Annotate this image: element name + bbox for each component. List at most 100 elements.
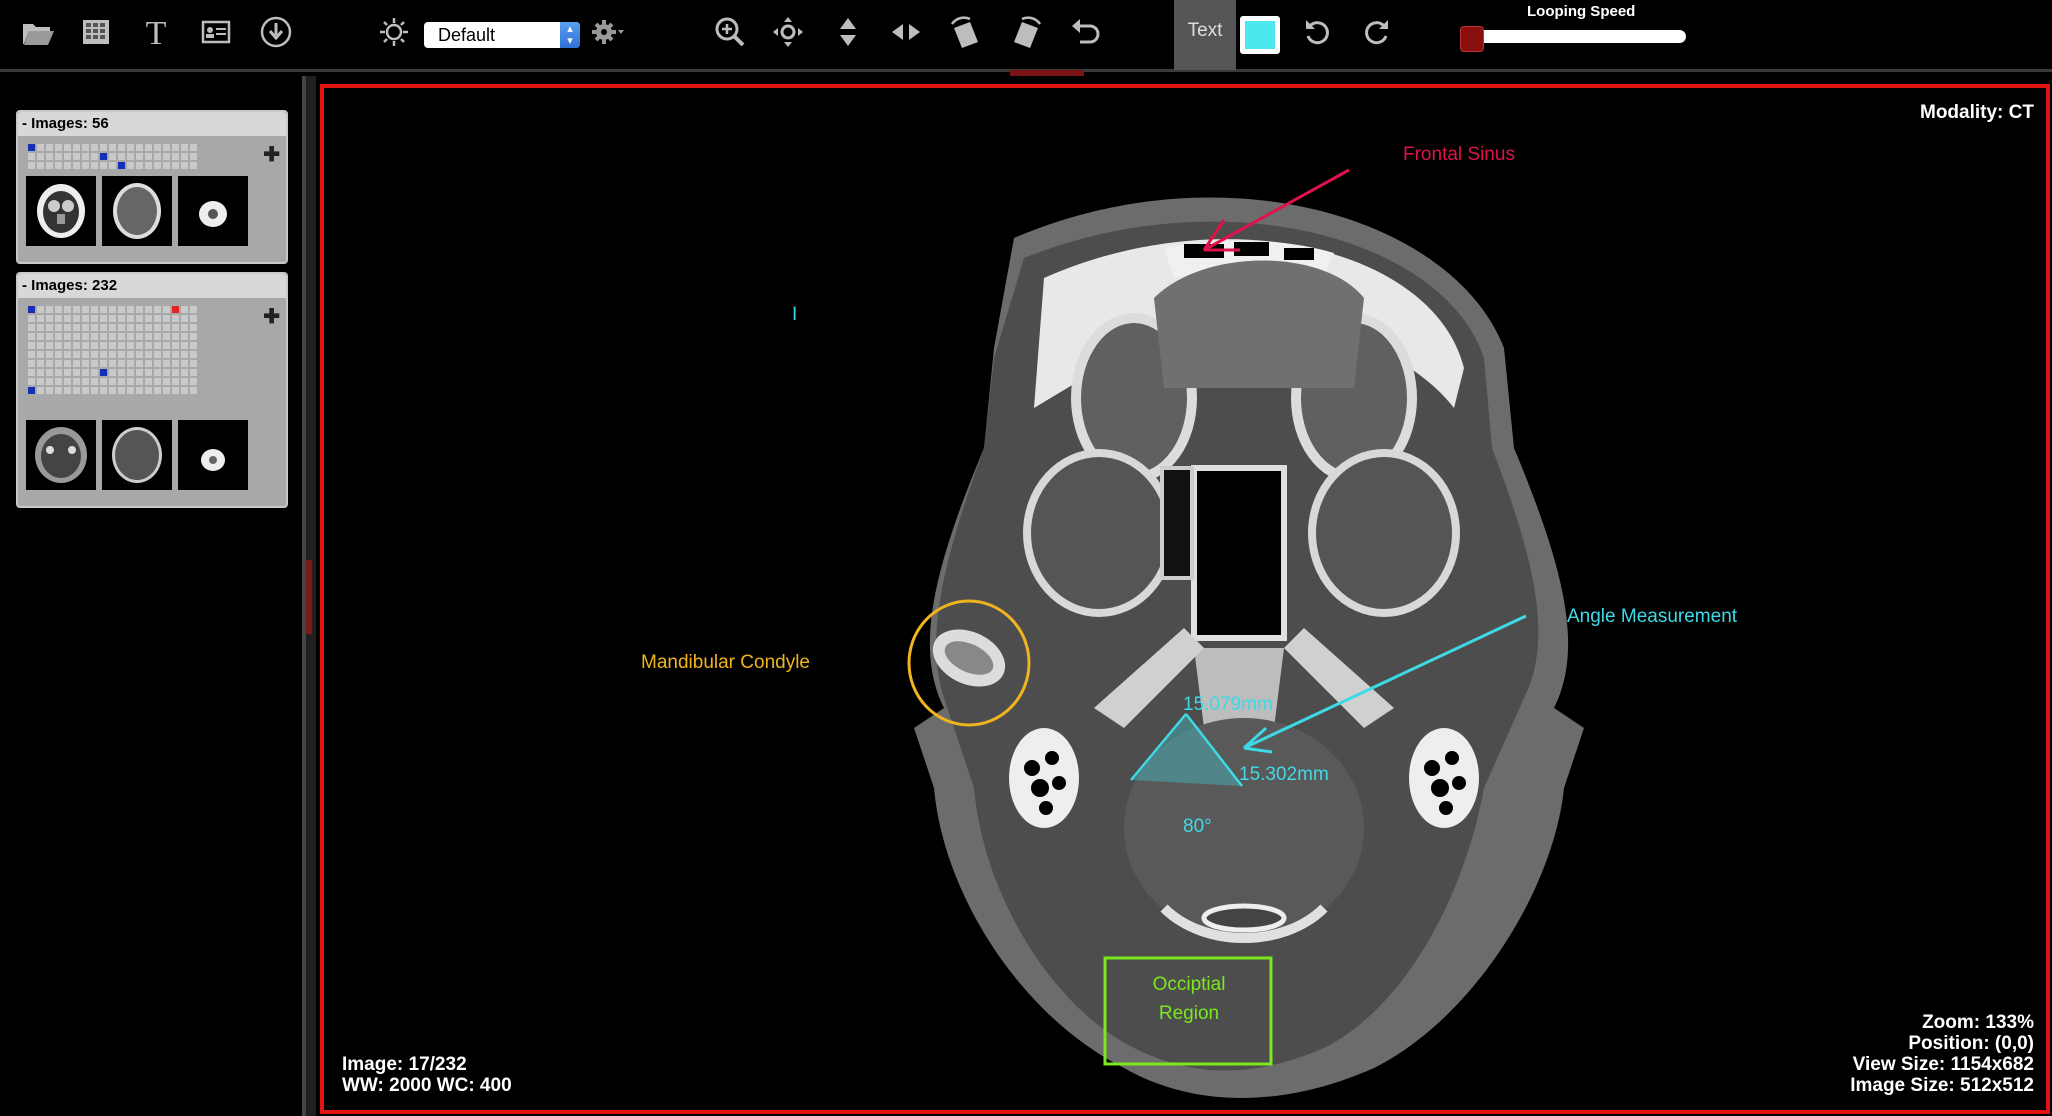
- grid-cell[interactable]: [46, 369, 53, 376]
- grid-cell[interactable]: [181, 342, 188, 349]
- grid-cell[interactable]: [190, 144, 197, 151]
- grid-cell[interactable]: [190, 153, 197, 160]
- grid-cell[interactable]: [127, 162, 134, 169]
- grid-cell[interactable]: [145, 378, 152, 385]
- grid-cell[interactable]: [127, 378, 134, 385]
- annotation-color-picker[interactable]: [1240, 16, 1280, 54]
- grid-cell[interactable]: [181, 306, 188, 313]
- grid-cell[interactable]: [37, 306, 44, 313]
- grid-cell[interactable]: [181, 360, 188, 367]
- grid-cell[interactable]: [55, 144, 62, 151]
- grid-cell[interactable]: [64, 306, 71, 313]
- grid-cell[interactable]: [172, 315, 179, 322]
- grid-cell[interactable]: [136, 387, 143, 394]
- grid-cell[interactable]: [163, 387, 170, 394]
- grid-cell[interactable]: [154, 342, 161, 349]
- grid-cell[interactable]: [136, 378, 143, 385]
- grid-cell[interactable]: [172, 153, 179, 160]
- grid-cell[interactable]: [91, 351, 98, 358]
- text-icon[interactable]: T: [132, 8, 180, 56]
- grid-cell[interactable]: [154, 378, 161, 385]
- expand-plus-icon[interactable]: ✚: [263, 304, 280, 329]
- grid-cell[interactable]: [145, 144, 152, 151]
- angle-measurement-label[interactable]: Angle Measurement: [1567, 606, 1737, 628]
- grid-cell[interactable]: [154, 144, 161, 151]
- grid-cell[interactable]: [100, 342, 107, 349]
- grid-cell[interactable]: [46, 162, 53, 169]
- grid-cell[interactable]: [181, 387, 188, 394]
- grid-cell[interactable]: [154, 324, 161, 331]
- grid-cell[interactable]: [100, 144, 107, 151]
- grid-cell[interactable]: [163, 144, 170, 151]
- grid-cell[interactable]: [55, 387, 62, 394]
- grid-cell[interactable]: [55, 360, 62, 367]
- grid-cell[interactable]: [46, 351, 53, 358]
- grid-cell[interactable]: [82, 333, 89, 340]
- thumbnail[interactable]: [26, 420, 96, 490]
- rotate-left-icon[interactable]: [1294, 8, 1342, 56]
- grid-cell[interactable]: [55, 306, 62, 313]
- grid-cell[interactable]: [55, 369, 62, 376]
- grid-cell[interactable]: [55, 342, 62, 349]
- grid-cell[interactable]: [73, 351, 80, 358]
- grid-cell[interactable]: [73, 144, 80, 151]
- grid-cell[interactable]: [181, 162, 188, 169]
- grid-cell[interactable]: [127, 306, 134, 313]
- thumbnail[interactable]: [178, 420, 248, 490]
- open-folder-icon[interactable]: [14, 8, 62, 56]
- grid-cell[interactable]: [118, 387, 125, 394]
- grid-cell[interactable]: [136, 351, 143, 358]
- preset-select[interactable]: Default ▴ ▾: [424, 22, 580, 48]
- grid-cell[interactable]: [145, 360, 152, 367]
- grid-cell[interactable]: [64, 378, 71, 385]
- grid-cell[interactable]: [28, 378, 35, 385]
- grid-cell[interactable]: [118, 162, 125, 169]
- grid-cell[interactable]: [190, 324, 197, 331]
- grid-cell[interactable]: [172, 324, 179, 331]
- grid-cell[interactable]: [100, 333, 107, 340]
- grid-cell[interactable]: [73, 324, 80, 331]
- grid-cell[interactable]: [154, 387, 161, 394]
- thumbnail[interactable]: [178, 176, 248, 246]
- grid-cell[interactable]: [55, 315, 62, 322]
- grid-cell[interactable]: [136, 315, 143, 322]
- grid-cell[interactable]: [100, 369, 107, 376]
- grid-cell[interactable]: [190, 360, 197, 367]
- grid-cell[interactable]: [37, 342, 44, 349]
- grid-cell[interactable]: [127, 342, 134, 349]
- grid-cell[interactable]: [82, 306, 89, 313]
- grid-cell[interactable]: [100, 387, 107, 394]
- scroll-horizontal-icon[interactable]: [882, 8, 930, 56]
- grid-cell[interactable]: [73, 378, 80, 385]
- grid-cell[interactable]: [145, 342, 152, 349]
- grid-cell[interactable]: [55, 324, 62, 331]
- grid-cell[interactable]: [181, 369, 188, 376]
- grid-cell[interactable]: [100, 351, 107, 358]
- grid-cell[interactable]: [109, 369, 116, 376]
- grid-cell[interactable]: [91, 153, 98, 160]
- grid-cell[interactable]: [82, 378, 89, 385]
- grid-cell[interactable]: [64, 360, 71, 367]
- grid-cell[interactable]: [118, 315, 125, 322]
- grid-cell[interactable]: [163, 378, 170, 385]
- length-measurement-1[interactable]: 15.079mm: [1183, 694, 1273, 716]
- grid-cell[interactable]: [145, 306, 152, 313]
- grid-cell[interactable]: [181, 333, 188, 340]
- grid-cell[interactable]: [109, 333, 116, 340]
- grid-cell[interactable]: [145, 333, 152, 340]
- grid-cell[interactable]: [37, 324, 44, 331]
- grid-cell[interactable]: [172, 162, 179, 169]
- grid-cell[interactable]: [118, 351, 125, 358]
- ct-scan-image[interactable]: [324, 88, 2046, 1110]
- grid-cell[interactable]: [37, 144, 44, 151]
- grid-cell[interactable]: [100, 153, 107, 160]
- grid-cell[interactable]: [127, 369, 134, 376]
- grid-cell[interactable]: [82, 342, 89, 349]
- grid-cell[interactable]: [28, 306, 35, 313]
- grid-cell[interactable]: [172, 342, 179, 349]
- grid-cell[interactable]: [82, 387, 89, 394]
- grid-cell[interactable]: [91, 162, 98, 169]
- pan-icon[interactable]: [764, 8, 812, 56]
- grid-cell[interactable]: [55, 333, 62, 340]
- grid-cell[interactable]: [64, 369, 71, 376]
